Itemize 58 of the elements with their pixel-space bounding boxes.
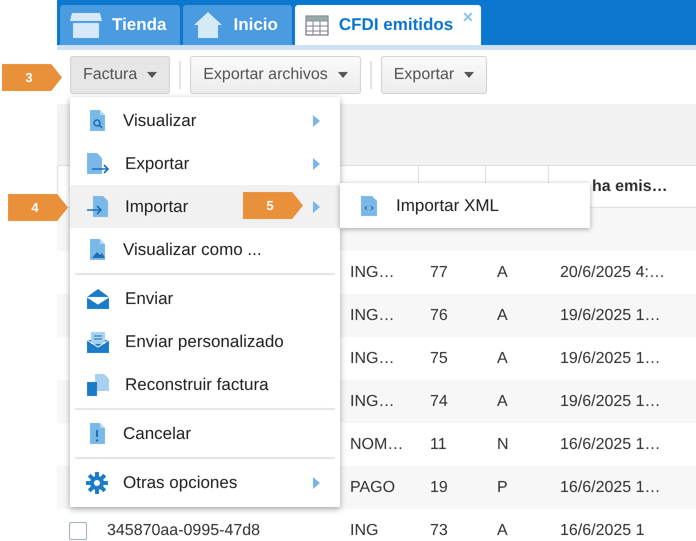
- menu-item[interactable]: Importar XML: [340, 183, 590, 228]
- table-cell: ING…: [350, 350, 394, 368]
- table-cell: PAGO: [350, 478, 396, 496]
- spreadsheet-icon: [304, 13, 329, 37]
- step-marker: 4: [8, 194, 68, 221]
- table-cell: ING…: [350, 306, 394, 324]
- table-cell: 77: [430, 264, 448, 282]
- table-cell: 16/6/2025 1…: [560, 436, 661, 454]
- table-cell: 73: [430, 522, 448, 540]
- table-cell: 19/6/2025 1…: [560, 306, 661, 324]
- step-marker: 3: [2, 64, 62, 91]
- submenu-arrow-icon: [313, 114, 320, 126]
- table-cell: ING…: [350, 264, 394, 282]
- table-cell: A: [497, 306, 508, 324]
- caret-icon: [464, 72, 474, 78]
- envelope-icon: [86, 288, 110, 310]
- table-cell: A: [497, 522, 508, 540]
- table-cell: ING…: [350, 392, 394, 410]
- dropdown-button[interactable]: Exportar: [380, 56, 488, 94]
- table-cell: 19: [430, 478, 448, 496]
- caret-icon: [338, 72, 348, 78]
- document-export-icon: [86, 152, 110, 176]
- table-cell: 19/6/2025 1…: [560, 392, 661, 410]
- table-cell: 19/6/2025 1…: [560, 350, 661, 368]
- copy-documents-icon: [86, 372, 110, 396]
- table-cell: 11: [430, 436, 447, 454]
- code-file-icon: [360, 194, 378, 216]
- submenu-arrow-icon: [313, 158, 320, 170]
- dropdown-button[interactable]: Exportar archivos: [190, 56, 361, 94]
- menu-item[interactable]: Visualizar: [70, 99, 340, 142]
- table-cell: ING: [350, 522, 378, 540]
- step-marker: 5: [243, 192, 303, 219]
- submenu-arrow-icon: [313, 200, 320, 212]
- table-cell: A: [497, 350, 508, 368]
- table-cell: 16/6/2025 1: [560, 522, 645, 540]
- table-cell: 76: [430, 306, 448, 324]
- table-cell: 75: [430, 350, 448, 368]
- column-header[interactable]: ha emis…: [592, 178, 668, 196]
- store-icon: [70, 11, 102, 39]
- row-checkbox[interactable]: [69, 522, 87, 540]
- table-cell: 345870aa-0995-47d8: [107, 522, 260, 540]
- table-cell: NOM…: [350, 436, 404, 454]
- house-icon: [193, 11, 224, 39]
- submenu-arrow-icon: [313, 476, 320, 488]
- document-import-icon: [86, 194, 110, 218]
- table-cell: A: [497, 264, 508, 282]
- caret-icon: [147, 72, 158, 78]
- table-cell: P: [497, 478, 508, 496]
- tab[interactable]: CFDI emitidos ×: [294, 5, 482, 45]
- envelope-letter-icon: [86, 330, 110, 354]
- dropdown-button[interactable]: Factura: [70, 56, 170, 94]
- settings-icon: [86, 472, 108, 494]
- table-cell: 20/6/2025 4:…: [560, 264, 665, 282]
- table-cell: 74: [430, 392, 448, 410]
- table-cell: N: [497, 436, 509, 454]
- table-cell: A: [497, 392, 508, 410]
- menu-item[interactable]: Exportar: [70, 142, 340, 185]
- table-cell: 16/6/2025 1…: [560, 478, 661, 496]
